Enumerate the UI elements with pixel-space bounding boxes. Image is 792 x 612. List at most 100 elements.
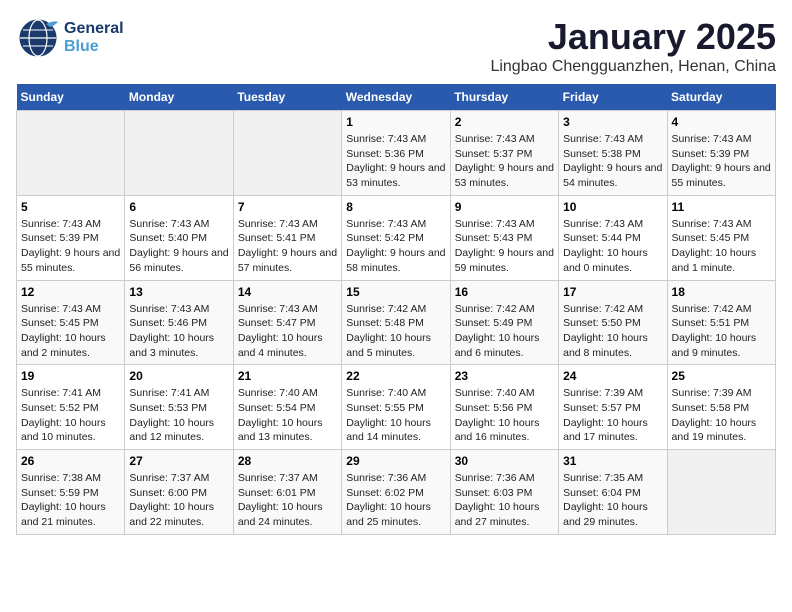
day-info: Sunrise: 7:43 AM Sunset: 5:44 PM Dayligh… bbox=[563, 217, 662, 276]
calendar-cell: 23 Sunrise: 7:40 AM Sunset: 5:56 PM Dayl… bbox=[450, 365, 558, 450]
calendar-cell: 13 Sunrise: 7:43 AM Sunset: 5:46 PM Dayl… bbox=[125, 280, 233, 365]
day-info: Sunrise: 7:43 AM Sunset: 5:38 PM Dayligh… bbox=[563, 132, 662, 191]
calendar-cell: 28 Sunrise: 7:37 AM Sunset: 6:01 PM Dayl… bbox=[233, 450, 341, 535]
calendar-cell: 3 Sunrise: 7:43 AM Sunset: 5:38 PM Dayli… bbox=[559, 111, 667, 196]
calendar-cell: 18 Sunrise: 7:42 AM Sunset: 5:51 PM Dayl… bbox=[667, 280, 775, 365]
day-number: 16 bbox=[455, 285, 554, 299]
day-number: 3 bbox=[563, 115, 662, 129]
day-info: Sunrise: 7:43 AM Sunset: 5:36 PM Dayligh… bbox=[346, 132, 445, 191]
day-number: 6 bbox=[129, 200, 228, 214]
calendar-cell bbox=[667, 450, 775, 535]
calendar-cell: 26 Sunrise: 7:38 AM Sunset: 5:59 PM Dayl… bbox=[17, 450, 125, 535]
calendar-title: January 2025 bbox=[490, 16, 776, 58]
day-number: 28 bbox=[238, 454, 337, 468]
calendar-cell: 29 Sunrise: 7:36 AM Sunset: 6:02 PM Dayl… bbox=[342, 450, 450, 535]
day-number: 17 bbox=[563, 285, 662, 299]
calendar-cell: 27 Sunrise: 7:37 AM Sunset: 6:00 PM Dayl… bbox=[125, 450, 233, 535]
day-info: Sunrise: 7:35 AM Sunset: 6:04 PM Dayligh… bbox=[563, 471, 662, 530]
day-number: 1 bbox=[346, 115, 445, 129]
calendar-cell: 8 Sunrise: 7:43 AM Sunset: 5:42 PM Dayli… bbox=[342, 195, 450, 280]
calendar-cell: 21 Sunrise: 7:40 AM Sunset: 5:54 PM Dayl… bbox=[233, 365, 341, 450]
calendar-cell: 7 Sunrise: 7:43 AM Sunset: 5:41 PM Dayli… bbox=[233, 195, 341, 280]
calendar-cell: 25 Sunrise: 7:39 AM Sunset: 5:58 PM Dayl… bbox=[667, 365, 775, 450]
day-info: Sunrise: 7:40 AM Sunset: 5:54 PM Dayligh… bbox=[238, 386, 337, 445]
day-info: Sunrise: 7:43 AM Sunset: 5:39 PM Dayligh… bbox=[21, 217, 120, 276]
day-info: Sunrise: 7:43 AM Sunset: 5:40 PM Dayligh… bbox=[129, 217, 228, 276]
day-number: 25 bbox=[672, 369, 771, 383]
day-info: Sunrise: 7:42 AM Sunset: 5:48 PM Dayligh… bbox=[346, 302, 445, 361]
day-info: Sunrise: 7:39 AM Sunset: 5:58 PM Dayligh… bbox=[672, 386, 771, 445]
day-number: 22 bbox=[346, 369, 445, 383]
day-info: Sunrise: 7:40 AM Sunset: 5:55 PM Dayligh… bbox=[346, 386, 445, 445]
day-info: Sunrise: 7:43 AM Sunset: 5:43 PM Dayligh… bbox=[455, 217, 554, 276]
calendar-cell: 11 Sunrise: 7:43 AM Sunset: 5:45 PM Dayl… bbox=[667, 195, 775, 280]
day-info: Sunrise: 7:40 AM Sunset: 5:56 PM Dayligh… bbox=[455, 386, 554, 445]
day-info: Sunrise: 7:43 AM Sunset: 5:39 PM Dayligh… bbox=[672, 132, 771, 191]
day-number: 18 bbox=[672, 285, 771, 299]
day-number: 13 bbox=[129, 285, 228, 299]
calendar-subtitle: Lingbao Chengguanzhen, Henan, China bbox=[490, 58, 776, 76]
calendar-cell: 14 Sunrise: 7:43 AM Sunset: 5:47 PM Dayl… bbox=[233, 280, 341, 365]
day-info: Sunrise: 7:42 AM Sunset: 5:51 PM Dayligh… bbox=[672, 302, 771, 361]
header-friday: Friday bbox=[559, 84, 667, 111]
day-info: Sunrise: 7:43 AM Sunset: 5:42 PM Dayligh… bbox=[346, 217, 445, 276]
calendar-cell: 24 Sunrise: 7:39 AM Sunset: 5:57 PM Dayl… bbox=[559, 365, 667, 450]
logo-general-text: General bbox=[64, 20, 124, 38]
day-info: Sunrise: 7:37 AM Sunset: 6:01 PM Dayligh… bbox=[238, 471, 337, 530]
day-number: 8 bbox=[346, 200, 445, 214]
day-number: 20 bbox=[129, 369, 228, 383]
day-info: Sunrise: 7:43 AM Sunset: 5:47 PM Dayligh… bbox=[238, 302, 337, 361]
calendar-cell: 19 Sunrise: 7:41 AM Sunset: 5:52 PM Dayl… bbox=[17, 365, 125, 450]
calendar-week-row: 26 Sunrise: 7:38 AM Sunset: 5:59 PM Dayl… bbox=[17, 450, 776, 535]
day-info: Sunrise: 7:42 AM Sunset: 5:50 PM Dayligh… bbox=[563, 302, 662, 361]
calendar-cell: 30 Sunrise: 7:36 AM Sunset: 6:03 PM Dayl… bbox=[450, 450, 558, 535]
calendar-cell: 4 Sunrise: 7:43 AM Sunset: 5:39 PM Dayli… bbox=[667, 111, 775, 196]
calendar-cell: 20 Sunrise: 7:41 AM Sunset: 5:53 PM Dayl… bbox=[125, 365, 233, 450]
day-number: 31 bbox=[563, 454, 662, 468]
day-info: Sunrise: 7:43 AM Sunset: 5:46 PM Dayligh… bbox=[129, 302, 228, 361]
day-number: 10 bbox=[563, 200, 662, 214]
calendar-cell bbox=[125, 111, 233, 196]
calendar-week-row: 12 Sunrise: 7:43 AM Sunset: 5:45 PM Dayl… bbox=[17, 280, 776, 365]
calendar-cell: 31 Sunrise: 7:35 AM Sunset: 6:04 PM Dayl… bbox=[559, 450, 667, 535]
calendar-cell: 6 Sunrise: 7:43 AM Sunset: 5:40 PM Dayli… bbox=[125, 195, 233, 280]
logo-blue-text: Blue bbox=[64, 38, 124, 56]
calendar-cell: 10 Sunrise: 7:43 AM Sunset: 5:44 PM Dayl… bbox=[559, 195, 667, 280]
calendar-cell: 9 Sunrise: 7:43 AM Sunset: 5:43 PM Dayli… bbox=[450, 195, 558, 280]
day-number: 12 bbox=[21, 285, 120, 299]
logo: General Blue bbox=[16, 16, 124, 60]
calendar-cell: 22 Sunrise: 7:40 AM Sunset: 5:55 PM Dayl… bbox=[342, 365, 450, 450]
day-number: 29 bbox=[346, 454, 445, 468]
day-info: Sunrise: 7:43 AM Sunset: 5:37 PM Dayligh… bbox=[455, 132, 554, 191]
day-info: Sunrise: 7:43 AM Sunset: 5:45 PM Dayligh… bbox=[672, 217, 771, 276]
header-thursday: Thursday bbox=[450, 84, 558, 111]
title-block: January 2025 Lingbao Chengguanzhen, Hena… bbox=[490, 16, 776, 76]
calendar-cell: 12 Sunrise: 7:43 AM Sunset: 5:45 PM Dayl… bbox=[17, 280, 125, 365]
day-number: 19 bbox=[21, 369, 120, 383]
day-info: Sunrise: 7:38 AM Sunset: 5:59 PM Dayligh… bbox=[21, 471, 120, 530]
calendar-cell bbox=[17, 111, 125, 196]
day-number: 7 bbox=[238, 200, 337, 214]
day-number: 27 bbox=[129, 454, 228, 468]
header-monday: Monday bbox=[125, 84, 233, 111]
page-header: General Blue January 2025 Lingbao Chengg… bbox=[16, 16, 776, 76]
calendar-cell: 1 Sunrise: 7:43 AM Sunset: 5:36 PM Dayli… bbox=[342, 111, 450, 196]
calendar-cell: 5 Sunrise: 7:43 AM Sunset: 5:39 PM Dayli… bbox=[17, 195, 125, 280]
header-saturday: Saturday bbox=[667, 84, 775, 111]
calendar-week-row: 19 Sunrise: 7:41 AM Sunset: 5:52 PM Dayl… bbox=[17, 365, 776, 450]
day-number: 4 bbox=[672, 115, 771, 129]
day-number: 9 bbox=[455, 200, 554, 214]
day-info: Sunrise: 7:36 AM Sunset: 6:02 PM Dayligh… bbox=[346, 471, 445, 530]
day-number: 21 bbox=[238, 369, 337, 383]
day-info: Sunrise: 7:42 AM Sunset: 5:49 PM Dayligh… bbox=[455, 302, 554, 361]
day-info: Sunrise: 7:41 AM Sunset: 5:52 PM Dayligh… bbox=[21, 386, 120, 445]
day-number: 5 bbox=[21, 200, 120, 214]
header-tuesday: Tuesday bbox=[233, 84, 341, 111]
day-number: 30 bbox=[455, 454, 554, 468]
calendar-cell: 2 Sunrise: 7:43 AM Sunset: 5:37 PM Dayli… bbox=[450, 111, 558, 196]
calendar-cell: 15 Sunrise: 7:42 AM Sunset: 5:48 PM Dayl… bbox=[342, 280, 450, 365]
header-wednesday: Wednesday bbox=[342, 84, 450, 111]
day-number: 2 bbox=[455, 115, 554, 129]
day-number: 26 bbox=[21, 454, 120, 468]
calendar-week-row: 1 Sunrise: 7:43 AM Sunset: 5:36 PM Dayli… bbox=[17, 111, 776, 196]
